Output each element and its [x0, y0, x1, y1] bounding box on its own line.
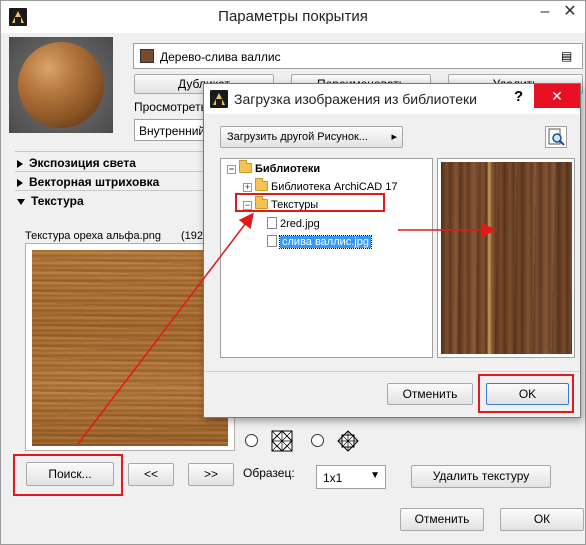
material-name: Дерево-слива валлис [160, 50, 281, 64]
dialog-cancel-button[interactable]: Отменить [387, 383, 473, 405]
highlight-search-button [13, 454, 123, 496]
magnifier-document-icon[interactable] [545, 126, 567, 148]
highlight-textures-folder [235, 193, 385, 212]
sample-label: Образец: [243, 466, 295, 480]
folder-icon [239, 160, 252, 173]
prev-texture-button[interactable]: << [128, 463, 174, 486]
library-preview-frame [437, 158, 575, 358]
folder-icon [255, 178, 268, 191]
dialog-title: Загрузка изображения из библиотеки [234, 91, 477, 107]
chevron-right-icon: ▸ [391, 131, 397, 143]
section-texture[interactable]: Текстура [17, 194, 231, 208]
crosshatch-diamond-icon [337, 430, 359, 452]
divider [15, 151, 231, 152]
image-file-icon [267, 217, 277, 229]
mapping-radio-2[interactable] [311, 434, 324, 447]
crosshatch-square-icon [271, 430, 293, 452]
material-preview [9, 37, 113, 133]
dialog-close-button[interactable]: ✕ [534, 84, 580, 108]
library-image-dialog: Загрузка изображения из библиотеки ? ✕ З… [203, 83, 581, 418]
image-file-icon [267, 235, 277, 247]
sample-size-select[interactable]: 1x1 ▼ [316, 465, 386, 489]
preview-label: Просмотреть [134, 100, 207, 114]
library-preview-image [441, 162, 572, 354]
tree-item-file-selected[interactable]: слива валлис.jpg [267, 235, 373, 249]
divider [204, 371, 580, 372]
divider [15, 171, 231, 172]
expand-arrow-icon [17, 178, 23, 187]
section-light-exposure[interactable]: Экспозиция света [17, 156, 231, 170]
archicad-logo-icon [210, 90, 228, 108]
preview-sphere [18, 42, 104, 128]
window-title: Параметры покрытия [218, 8, 368, 25]
texture-preview-image [32, 250, 228, 446]
material-color-swatch [140, 49, 154, 63]
chevron-down-icon: ▼ [370, 470, 380, 481]
minimize-button[interactable]: – [533, 1, 557, 25]
material-menu-icon[interactable]: ▤ [561, 49, 572, 63]
expand-arrow-icon [17, 159, 23, 168]
title-bar: Параметры покрытия – ✕ [1, 1, 585, 33]
remove-texture-button[interactable]: Удалить текстуру [411, 465, 551, 488]
texture-filename: Текстура ореха альфа.png [25, 230, 161, 242]
close-button[interactable]: ✕ [557, 1, 583, 25]
help-button[interactable]: ? [514, 88, 523, 105]
preview-mode-select[interactable]: Внутренний [134, 119, 206, 141]
cancel-button[interactable]: Отменить [400, 508, 484, 531]
dialog-title-bar: Загрузка изображения из библиотеки ? ✕ [204, 84, 580, 114]
library-tree[interactable]: − Библиотеки + Библиотека ArchiCAD 17 − Тек… [220, 158, 433, 358]
material-selector[interactable]: Дерево-слива валлис ▤ [133, 43, 583, 69]
expand-icon[interactable]: + [243, 183, 252, 192]
tree-item-file[interactable]: 2red.jpg [267, 217, 320, 230]
highlight-ok-button [478, 374, 574, 413]
tree-item-libraries[interactable]: − Библиотеки [227, 160, 320, 175]
collapse-icon[interactable]: − [227, 165, 236, 174]
tree-item-archicad-library[interactable]: + Библиотека ArchiCAD 17 [243, 178, 397, 193]
ok-button[interactable]: ОК [500, 508, 584, 531]
load-other-image-button[interactable]: Загрузить другой Рисунок... ▸ [220, 126, 403, 148]
collapse-arrow-icon [17, 198, 25, 205]
divider [15, 190, 231, 191]
section-vector-hatch[interactable]: Векторная штриховка [17, 175, 231, 189]
mapping-radio-1[interactable] [245, 434, 258, 447]
texture-size: (192 [181, 230, 204, 242]
next-texture-button[interactable]: >> [188, 463, 234, 486]
